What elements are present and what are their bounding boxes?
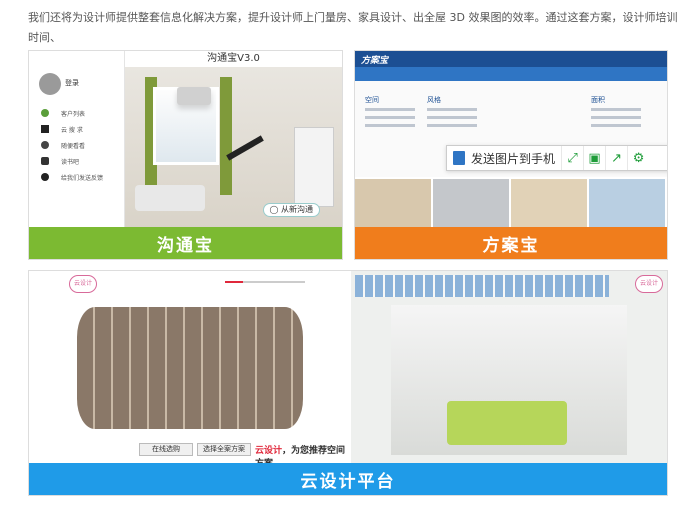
- intro-line-1: 我们还将为设计师提供整套信息化解决方案，提升设计师上门量房、家具设计、出全屋 3…: [28, 11, 678, 44]
- goutongbao-sidebar: 登录 客户列表 云 搜 求 随便看看 读书吧 给我们发送反馈: [29, 51, 125, 229]
- goutongbao-panel: 登录 客户列表 云 搜 求 随便看看 读书吧 给我们发送反馈 沟通宝V3.0 ◯…: [28, 50, 343, 260]
- yunsheji-panel: 云设计 在线选购 选择全案方案 云设计，为您推荐空间方案 云设计 云设计平台: [28, 270, 668, 496]
- menu-item-cloud-search[interactable]: 云 搜 求: [41, 121, 103, 137]
- curtain-right: [220, 77, 232, 195]
- app-title: 沟通宝V3.0: [125, 51, 342, 67]
- menu-item-label: 读书吧: [61, 158, 80, 166]
- phone-icon: [453, 151, 465, 165]
- yunsheji-design-screen: 云设计: [351, 271, 667, 465]
- goutongbao-caption: 沟通宝: [29, 227, 342, 259]
- yunsheji-left-screen: 云设计 在线选购 选择全案方案 云设计，为您推荐空间方案: [29, 271, 350, 469]
- menu-item-browse[interactable]: 随便看看: [41, 137, 103, 153]
- column-heading: 风格: [427, 96, 441, 104]
- share-icon[interactable]: ↗: [605, 146, 627, 170]
- save-icon[interactable]: ▣: [583, 146, 605, 170]
- fullscreen-icon[interactable]: ⤢: [561, 146, 583, 170]
- menu-item-label: 客户列表: [61, 110, 86, 118]
- filter-column-style: 风格: [427, 95, 487, 132]
- column-heading: 面积: [591, 96, 605, 104]
- ceiling-lamp: [177, 87, 211, 105]
- user-avatar-icon[interactable]: [39, 73, 61, 95]
- yunsheji-caption: 云设计平台: [29, 463, 667, 495]
- step-progress-fill: [225, 281, 243, 283]
- column-heading: 空间: [365, 96, 379, 104]
- chat-bubble-icon: ◯: [269, 205, 279, 214]
- site-logo[interactable]: 方案宝: [361, 53, 388, 66]
- menu-item-label: 给我们发送反馈: [61, 174, 104, 182]
- menu-item-label: 云 搜 求: [61, 126, 83, 134]
- user-icon: [41, 109, 49, 117]
- yunsheji-logo: 云设计: [69, 275, 97, 293]
- site-nav: [355, 67, 667, 81]
- send-to-phone-label: 发送图片到手机: [471, 151, 556, 166]
- design-tool-icon-row[interactable]: [355, 275, 609, 297]
- menu-item-feedback[interactable]: 给我们发送反馈: [41, 169, 103, 185]
- thumbnail[interactable]: [433, 179, 509, 229]
- new-chat-bubble[interactable]: ◯ 从新沟通: [262, 203, 320, 217]
- login-link[interactable]: 登录: [65, 78, 79, 88]
- settings-gear-icon[interactable]: ⚙: [627, 146, 649, 170]
- thumbnail[interactable]: [511, 179, 587, 229]
- bubble-label: 从新沟通: [281, 205, 313, 214]
- send-to-phone-button[interactable]: 发送图片到手机: [447, 146, 561, 170]
- right-yunsheji-logo: 云设计: [635, 275, 663, 293]
- image-toolbar: 发送图片到手机 ⤢ ▣ ↗ ⚙: [446, 145, 667, 171]
- filter-column-area: 面积: [591, 95, 651, 132]
- book-icon: [41, 157, 49, 165]
- bed: [447, 401, 567, 445]
- feedback-icon: [41, 173, 49, 181]
- slogan-prefix: 云设计: [255, 446, 283, 456]
- sofa: [135, 185, 205, 211]
- thumbnail[interactable]: [355, 179, 431, 229]
- thumbnail[interactable]: [589, 179, 665, 229]
- room-gallery-wall[interactable]: [77, 307, 303, 429]
- fanganbao-caption: 方案宝: [355, 227, 667, 259]
- filter-column-space: 空间: [365, 95, 425, 132]
- shuffle-icon: [41, 125, 49, 133]
- shelf: [294, 127, 334, 207]
- select-plan-button[interactable]: 选择全案方案: [197, 443, 251, 456]
- site-header: 方案宝: [355, 51, 667, 67]
- menu-item-label: 随便看看: [61, 142, 86, 150]
- eye-icon: [41, 141, 49, 149]
- goutongbao-menu: 客户列表 云 搜 求 随便看看 读书吧 给我们发送反馈: [41, 105, 103, 185]
- thumbnail-row: [355, 179, 667, 229]
- menu-item-customer-list[interactable]: 客户列表: [41, 105, 103, 121]
- fanganbao-panel: 方案宝 空间 风格 面积 发送图片到手机 ⤢ ▣ ↗ ⚙ 方案宝: [354, 50, 668, 260]
- menu-item-reading[interactable]: 读书吧: [41, 153, 103, 169]
- online-shop-button[interactable]: 在线选购: [139, 443, 193, 456]
